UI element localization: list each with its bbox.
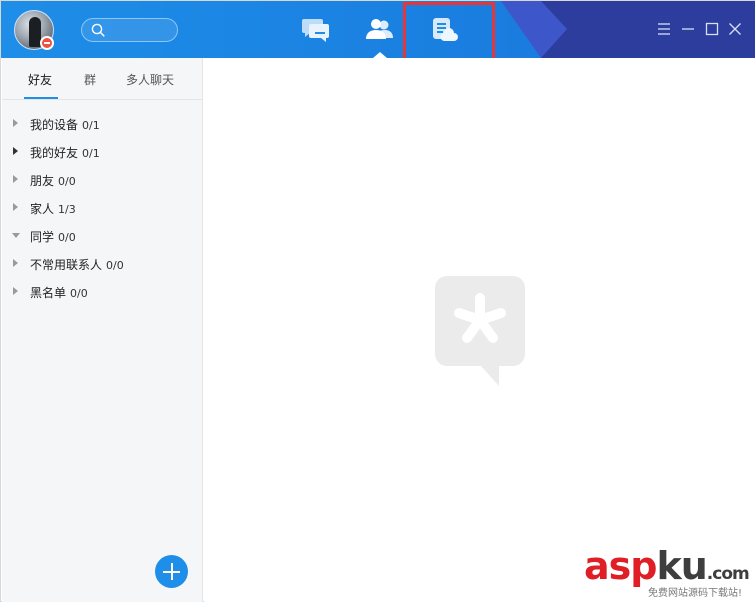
aspku-watermark: aspku.com 免费网站源码下载站!	[584, 546, 754, 601]
highlight-annotation-box	[403, 2, 495, 58]
contact-group-name: 不常用联系人 0/0	[30, 256, 124, 273]
contact-group-online-count: 0/1	[82, 147, 100, 160]
menu-icon[interactable]	[656, 21, 672, 37]
watermark-subtitle: 免费网站源码下载站!	[648, 588, 743, 599]
watermark-red-text: asp	[584, 544, 657, 588]
contact-group-name: 我的设备 0/1	[30, 116, 100, 133]
contacts-panel: 好友 群 多人聊天 我的设备 0/1 我的好友 0/1 朋友 0/0 家人 1/3 同学 0/0 不…	[2, 58, 203, 602]
title-bar[interactable]	[1, 1, 755, 58]
contact-group-label: 家人	[30, 202, 55, 216]
contact-group-row[interactable]: 不常用联系人 0/0	[2, 250, 202, 278]
main-content-area	[204, 58, 755, 602]
contact-group-online-count: 0/0	[58, 175, 76, 188]
tab-groups[interactable]: 群	[84, 71, 96, 88]
contact-group-label: 同学	[30, 230, 55, 244]
add-contact-button[interactable]	[155, 555, 188, 588]
close-icon[interactable]	[727, 21, 743, 37]
collapsed-arrow-icon[interactable]	[13, 119, 18, 127]
contact-group-label: 我的好友	[30, 146, 79, 160]
collapsed-arrow-icon[interactable]	[13, 287, 18, 295]
collapsed-arrow-icon[interactable]	[13, 259, 18, 267]
contacts-icon[interactable]	[364, 15, 394, 43]
contact-group-row[interactable]: 我的好友 0/1	[2, 138, 202, 166]
contact-group-online-count: 0/0	[70, 287, 88, 300]
tab-multi-chat[interactable]: 多人聊天	[126, 71, 174, 88]
tab-friends[interactable]: 好友	[28, 71, 52, 88]
collapsed-arrow-icon[interactable]	[13, 147, 18, 155]
collapsed-arrow-icon[interactable]	[13, 203, 18, 211]
contact-group-label: 不常用联系人	[30, 258, 103, 272]
qq-main-window: 好友 群 多人聊天 我的设备 0/1 我的好友 0/1 朋友 0/0 家人 1/3 同学 0/0 不…	[0, 0, 755, 602]
contact-group-row[interactable]: 黑名单 0/0	[2, 278, 202, 306]
qq-asterisk-logo-icon	[435, 276, 525, 386]
contact-group-online-count: 0/1	[82, 119, 100, 132]
contact-group-row[interactable]: 我的设备 0/1	[2, 110, 202, 138]
message-bubbles-icon[interactable]	[301, 15, 331, 43]
collapsed-arrow-icon[interactable]	[13, 175, 18, 183]
contact-group-name: 我的好友 0/1	[30, 144, 100, 161]
active-tab-underline	[24, 97, 58, 99]
contacts-tab-bar: 好友 群 多人聊天	[2, 58, 202, 100]
contact-group-label: 我的设备	[30, 118, 79, 132]
contact-group-row[interactable]: 家人 1/3	[2, 194, 202, 222]
contact-group-name: 朋友 0/0	[30, 172, 76, 189]
search-box[interactable]	[81, 18, 178, 42]
contact-group-online-count: 0/0	[106, 259, 124, 272]
watermark-domain-text: .com	[706, 564, 750, 584]
contact-group-label: 黑名单	[30, 286, 67, 300]
watermark-gray-text: ku	[656, 544, 707, 588]
contact-group-online-count: 0/0	[58, 231, 76, 244]
contact-group-name: 家人 1/3	[30, 200, 76, 217]
contact-group-name: 黑名单 0/0	[30, 284, 88, 301]
contact-group-list: 我的设备 0/1 我的好友 0/1 朋友 0/0 家人 1/3 同学 0/0 不常用联系人 0/0 黑名…	[2, 110, 202, 306]
contact-group-label: 朋友	[30, 174, 55, 188]
maximize-icon[interactable]	[704, 21, 720, 37]
expanded-arrow-icon[interactable]	[12, 233, 20, 238]
titlebar-decoration-dark	[541, 1, 755, 58]
contact-group-row[interactable]: 朋友 0/0	[2, 166, 202, 194]
contact-group-name: 同学 0/0	[30, 228, 76, 245]
contact-group-row[interactable]: 同学 0/0	[2, 222, 202, 250]
contact-group-online-count: 1/3	[58, 203, 76, 216]
search-icon	[91, 23, 105, 37]
busy-status-icon[interactable]	[40, 36, 54, 50]
minimize-icon[interactable]	[680, 21, 696, 37]
